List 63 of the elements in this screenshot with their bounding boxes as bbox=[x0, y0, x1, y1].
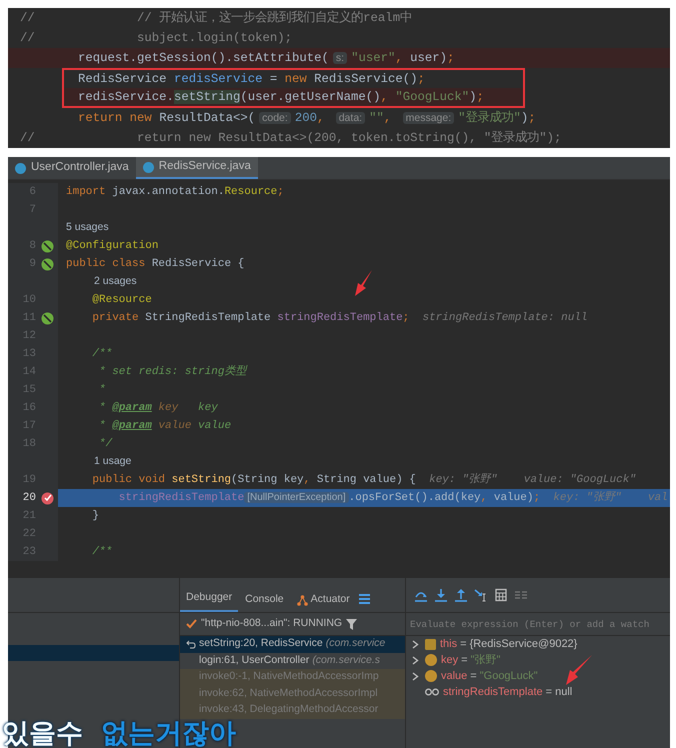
menu-icon[interactable] bbox=[358, 594, 370, 604]
code-line: return new ResultData<>(200, token.toString(), "登录成功"); bbox=[136, 130, 562, 147]
stack-frame[interactable]: setString:20, RedisService (com.service bbox=[180, 636, 405, 652]
debugger-tab[interactable]: Actuator bbox=[290, 588, 356, 612]
parameter-icon bbox=[425, 654, 437, 666]
code-line: * set redis: string类型 bbox=[98, 364, 246, 380]
code-line: * @param key key bbox=[98, 400, 218, 416]
code-line: private StringRedisTemplate stringRedisTemplate; stringRedisTemplate: null bbox=[91, 310, 588, 326]
stack-frame[interactable]: login:61, UserController (com.service.s bbox=[180, 652, 405, 669]
code-line: @Resource bbox=[91, 292, 152, 308]
comment-marker: // bbox=[19, 10, 36, 27]
bean-icon[interactable] bbox=[40, 312, 54, 324]
code-line: /** bbox=[91, 346, 112, 362]
arrow-annotation bbox=[566, 655, 592, 685]
comment-marker: // bbox=[19, 30, 36, 47]
subtitle-text: 없는거잖아 bbox=[101, 718, 236, 748]
object-icon bbox=[425, 638, 436, 650]
code-line: redisService.setString(user.getUserName(), "GoogLuck"); bbox=[78, 88, 484, 106]
code-line: RedisService redisService = new RedisService(); bbox=[78, 70, 425, 88]
debugger-tab[interactable]: Console bbox=[239, 588, 290, 612]
line-number: 20 bbox=[22, 490, 36, 506]
code-line: stringRedisTemplate [NullPointerException] .opsForSet().add(key, value); key: "张野" val bbox=[118, 490, 668, 506]
watch-icon bbox=[425, 688, 439, 696]
code-line: import javax.annotation.Resource; bbox=[65, 184, 284, 200]
calculator-icon[interactable] bbox=[494, 588, 508, 602]
variable-entry[interactable]: this = {RedisService@9022} bbox=[440, 636, 578, 652]
code-line: @Configuration bbox=[65, 238, 158, 254]
code-line: */ bbox=[98, 436, 112, 452]
variable-entry[interactable]: value = "GoogLuck" bbox=[441, 668, 538, 684]
editor-tab[interactable]: RedisService.java bbox=[136, 157, 258, 179]
code-line: request.getSession().setAttribute( s: "user", user); bbox=[78, 50, 454, 67]
class-icon bbox=[142, 162, 154, 172]
code-line: public class RedisService { bbox=[65, 256, 244, 272]
run-to-cursor-icon[interactable] bbox=[474, 588, 488, 602]
code-line: * @param value value bbox=[98, 418, 232, 434]
breakpoint-icon[interactable] bbox=[40, 492, 54, 504]
debugger-tab[interactable]: Debugger bbox=[180, 586, 238, 612]
code-line: } bbox=[91, 508, 100, 524]
comment-marker: // bbox=[19, 130, 36, 147]
parameter-icon bbox=[425, 670, 437, 682]
code-line: /** bbox=[91, 544, 112, 560]
bean-icon[interactable] bbox=[40, 258, 54, 270]
bean-icon[interactable] bbox=[40, 240, 54, 252]
code-line: return new ResultData<>( code: 200, data: "", message: "登录成功"); bbox=[78, 110, 536, 127]
usage-hint[interactable]: 5 usages bbox=[58, 220, 109, 236]
editor-tab[interactable]: UserController.java bbox=[8, 157, 136, 179]
code-line: public void setString(String key, String value) { key: "张野" value: "GoogLuck" bbox=[91, 472, 636, 488]
check-icon bbox=[186, 619, 197, 629]
step-into-icon[interactable] bbox=[434, 588, 448, 602]
filter-icon[interactable] bbox=[346, 618, 358, 630]
usage-hint[interactable]: 2 usages bbox=[58, 274, 137, 290]
arrow-annotation bbox=[355, 270, 373, 296]
return-icon bbox=[186, 640, 196, 649]
code-line: // 开始认证，这一步会跳到我们自定义的realm中 bbox=[136, 10, 412, 27]
class-icon bbox=[15, 162, 26, 174]
thread-selector[interactable]: "http-nio-808...ain": RUNNING bbox=[201, 616, 342, 632]
code-line: subject.login(token); bbox=[136, 30, 292, 47]
step-out-icon[interactable] bbox=[454, 588, 468, 602]
actuator-icon bbox=[296, 594, 308, 606]
variable-entry[interactable]: key = "张野" bbox=[441, 652, 500, 668]
variable-entry[interactable]: stringRedisTemplate = null bbox=[443, 684, 572, 700]
code-line: * bbox=[98, 382, 106, 398]
usage-hint[interactable]: 1 usage bbox=[58, 454, 132, 470]
